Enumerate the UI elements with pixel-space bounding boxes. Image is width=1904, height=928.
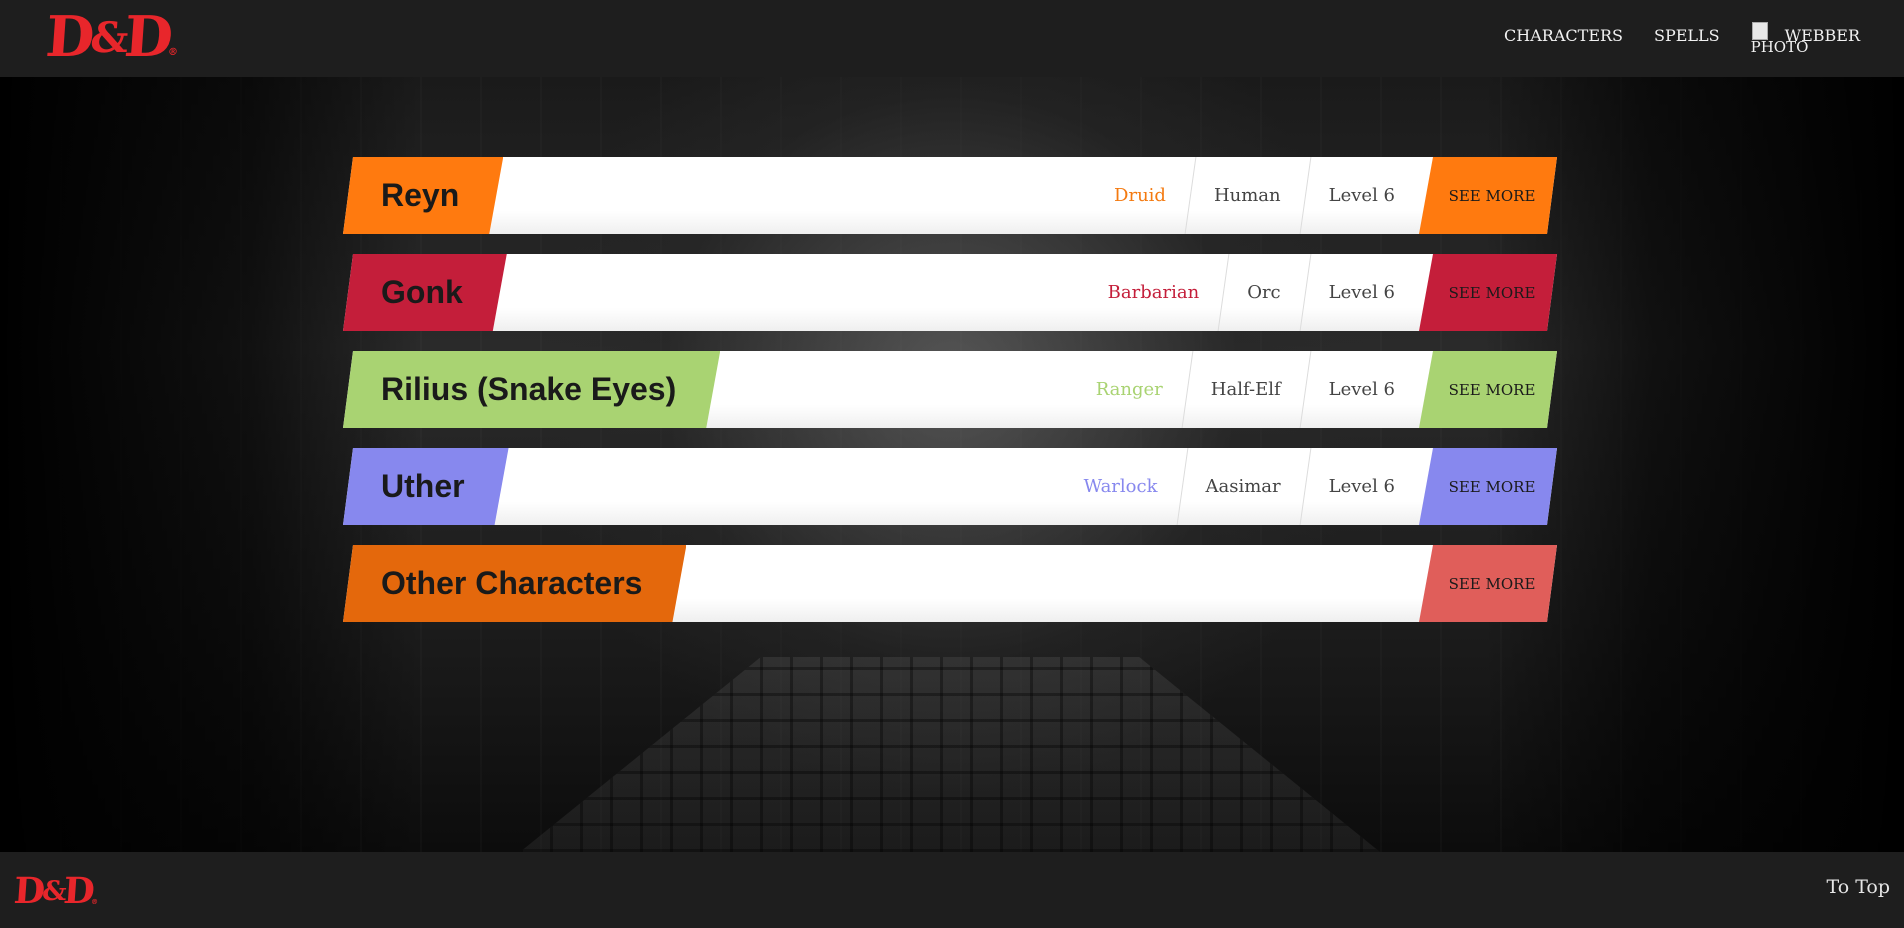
character-level: Level 6 — [1305, 254, 1419, 331]
logo-registered: ® — [167, 47, 179, 58]
character-row-gonk[interactable]: Gonk Barbarian Orc Level 6 SEE MORE — [343, 254, 1557, 331]
character-name-block: Uther — [343, 448, 509, 525]
user-photo: PHOTO — [1751, 22, 1808, 55]
character-row-reyn[interactable]: Reyn Druid Human Level 6 SEE MORE — [343, 157, 1557, 234]
user-menu[interactable]: PHOTO WEBBER — [1751, 22, 1860, 55]
logo-registered: ® — [90, 897, 99, 906]
to-top-link[interactable]: To Top — [1827, 876, 1890, 898]
main-nav: CHARACTERS SPELLS PHOTO WEBBER — [1473, 22, 1860, 55]
logo-ampersand: & — [41, 875, 64, 907]
character-level: Level 6 — [1305, 157, 1419, 234]
character-class: Barbarian — [1107, 282, 1200, 303]
character-meta: Ranger Half-Elf Level 6 — [1072, 351, 1419, 428]
site-footer: D & D ® To Top — [0, 852, 1904, 928]
character-name: Gonk — [381, 274, 463, 310]
other-characters-title: Other Characters — [381, 565, 643, 601]
logo-letter-left: D — [43, 4, 91, 70]
dungeon-floor — [520, 657, 1380, 852]
character-list: Reyn Druid Human Level 6 SEE MORE Gonk B… — [343, 157, 1557, 642]
character-name: Rilius (Snake Eyes) — [381, 371, 677, 407]
nav-characters[interactable]: CHARACTERS — [1504, 22, 1623, 50]
dnd-logo[interactable]: D & D ® — [44, 4, 181, 70]
character-race: Human — [1190, 157, 1305, 234]
character-meta: Druid Human Level 6 — [1090, 157, 1419, 234]
site-header: D & D ® CHARACTERS SPELLS PHOTO WEBBER — [0, 0, 1904, 77]
see-more-button[interactable]: SEE MORE — [1419, 351, 1557, 428]
character-race: Aasimar — [1182, 448, 1305, 525]
see-more-button[interactable]: SEE MORE — [1419, 157, 1557, 234]
character-level: Level 6 — [1305, 351, 1419, 428]
character-name: Uther — [381, 468, 465, 504]
footer-dnd-logo[interactable]: D & D ® — [13, 870, 101, 912]
character-level: Level 6 — [1305, 448, 1419, 525]
nav-spells[interactable]: SPELLS — [1654, 22, 1720, 50]
character-name-block: Other Characters — [343, 545, 686, 622]
see-more-button[interactable]: SEE MORE — [1419, 448, 1557, 525]
character-meta: Warlock Aasimar Level 6 — [1060, 448, 1419, 525]
see-more-button[interactable]: SEE MORE — [1419, 545, 1557, 622]
character-name-block: Reyn — [343, 157, 503, 234]
character-name-block: Rilius (Snake Eyes) — [343, 351, 720, 428]
character-class: Druid — [1114, 185, 1166, 206]
character-race: Orc — [1223, 254, 1304, 331]
logo-letter-right: D — [62, 870, 93, 912]
character-meta: Barbarian Orc Level 6 — [1084, 254, 1419, 331]
character-class: Warlock — [1083, 476, 1158, 497]
logo-letter-right: D — [122, 4, 170, 70]
logo-letter-left: D — [12, 870, 43, 912]
logo-ampersand: & — [88, 12, 125, 62]
other-characters-row[interactable]: Other Characters SEE MORE — [343, 545, 1557, 622]
character-name: Reyn — [381, 177, 460, 213]
character-race: Half-Elf — [1187, 351, 1305, 428]
character-row-rilius[interactable]: Rilius (Snake Eyes) Ranger Half-Elf Leve… — [343, 351, 1557, 428]
character-name-block: Gonk — [343, 254, 507, 331]
character-row-uther[interactable]: Uther Warlock Aasimar Level 6 SEE MORE — [343, 448, 1557, 525]
character-class: Ranger — [1095, 379, 1163, 400]
see-more-button[interactable]: SEE MORE — [1419, 254, 1557, 331]
